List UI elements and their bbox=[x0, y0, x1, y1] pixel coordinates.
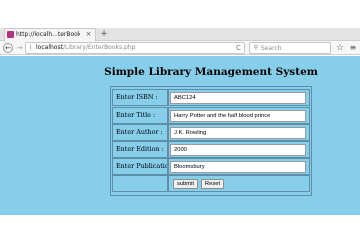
url-text[interactable]: localhost/Library/EnterBooks.php bbox=[36, 42, 216, 54]
publication-input[interactable] bbox=[170, 161, 306, 173]
url-host: localhost bbox=[36, 44, 63, 51]
bookmark-star-icon[interactable]: ☆ bbox=[335, 42, 345, 54]
edition-input[interactable] bbox=[170, 144, 306, 156]
new-tab-button[interactable]: + bbox=[99, 29, 109, 40]
isbn-input[interactable] bbox=[170, 92, 306, 104]
favicon-icon bbox=[7, 31, 14, 38]
author-label: Enter Author : bbox=[112, 124, 168, 141]
bottom-area bbox=[0, 215, 360, 240]
url-path: /Library/EnterBooks.php bbox=[62, 44, 136, 51]
publication-label: Enter Publication: bbox=[112, 158, 168, 175]
close-tab-icon[interactable]: × bbox=[84, 29, 93, 40]
submit-button[interactable]: submit bbox=[173, 179, 198, 189]
top-strip bbox=[0, 0, 360, 28]
reload-icon[interactable]: C bbox=[234, 43, 243, 53]
search-input[interactable] bbox=[261, 43, 327, 53]
menu-icon[interactable]: ≡ bbox=[348, 42, 358, 54]
page-title: Simple Library Management System bbox=[104, 66, 318, 78]
edition-label: Enter Edition : bbox=[112, 141, 168, 158]
info-icon[interactable]: i bbox=[28, 44, 33, 52]
reset-button[interactable]: Reset bbox=[201, 179, 224, 189]
title-input[interactable] bbox=[170, 110, 306, 122]
tab-title: http://localh...terBooks.php bbox=[16, 31, 80, 38]
title-label: Enter Title : bbox=[112, 107, 168, 124]
author-input[interactable] bbox=[170, 127, 306, 139]
buttons-row-empty-cell bbox=[112, 175, 168, 192]
back-button[interactable]: ← bbox=[3, 43, 13, 53]
forward-button[interactable]: → bbox=[15, 43, 24, 53]
isbn-label: Enter ISBN : bbox=[112, 89, 168, 106]
search-icon: ⚲ bbox=[253, 44, 259, 51]
